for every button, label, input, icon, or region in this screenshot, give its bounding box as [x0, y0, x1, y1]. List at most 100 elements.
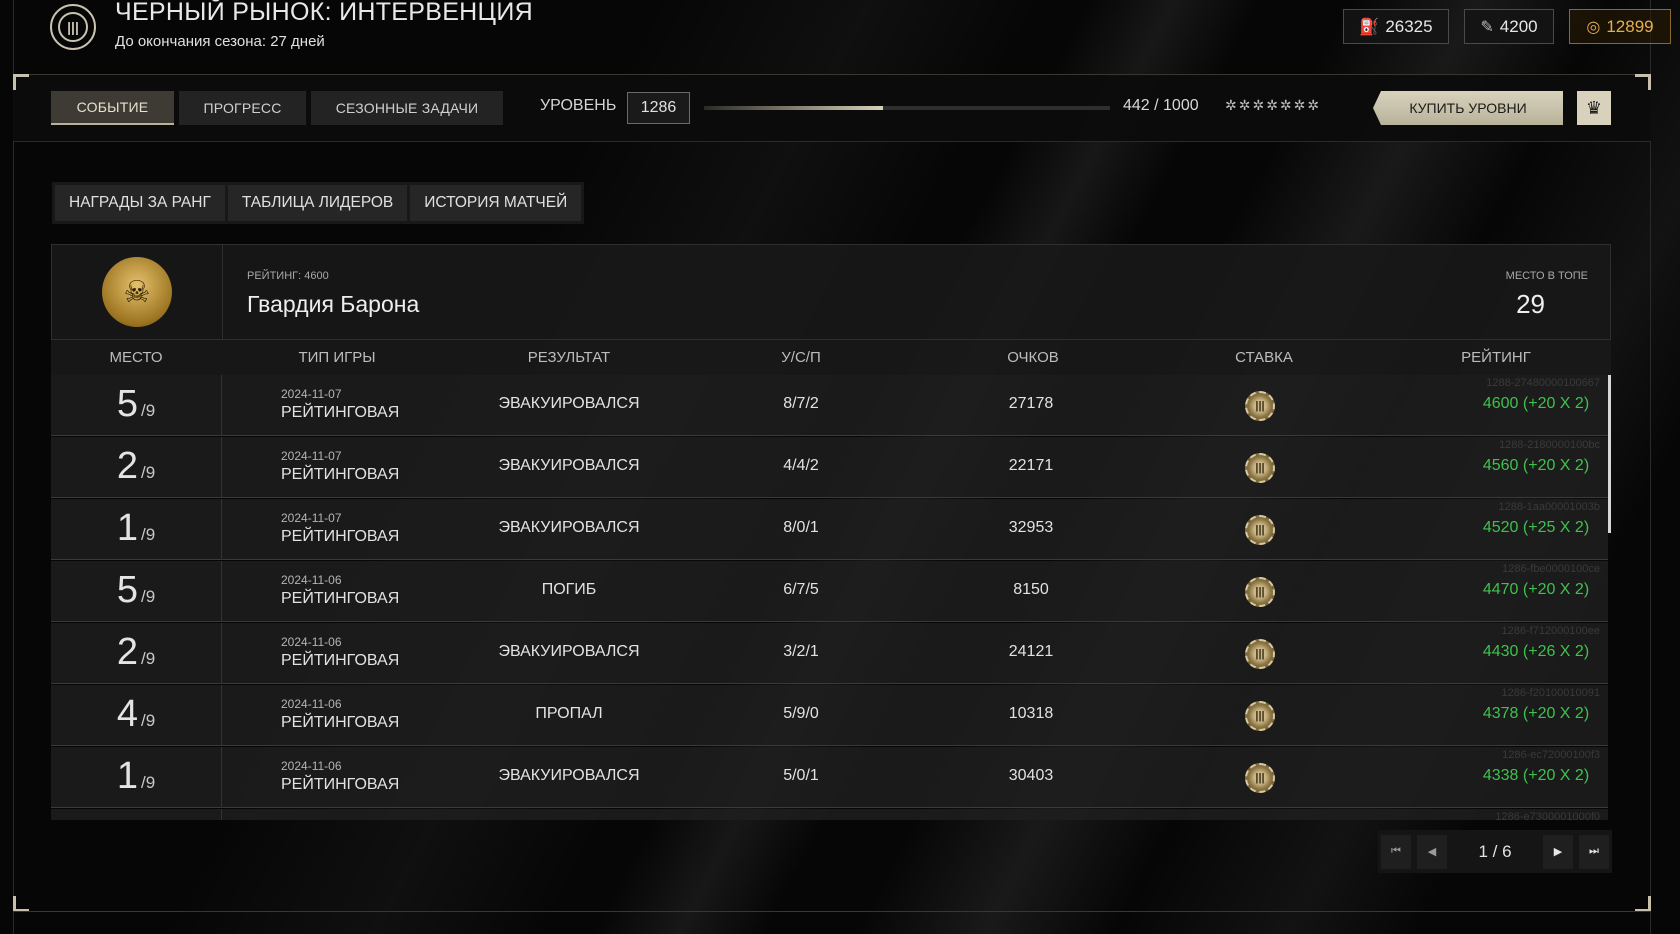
- crown-icon: ♛: [1585, 97, 1603, 118]
- subtab-match-history[interactable]: ИСТОРИЯ МАТЧЕЙ: [410, 185, 582, 221]
- currency-value: 12899: [1606, 16, 1654, 36]
- match-result: ЭВАКУИРОВАЛСЯ: [498, 643, 640, 660]
- page-title: ЧЕРНЫЙ РЫНОК: ИНТЕРВЕНЦИЯ: [115, 0, 533, 26]
- col-stake: СТАВКА: [1235, 349, 1293, 366]
- match-date: 2024-11-07: [281, 449, 342, 463]
- col-ksa: У/С/П: [781, 349, 821, 366]
- frame-corner: [1635, 896, 1651, 912]
- match-id: 1286-fbe0000100ce: [1502, 563, 1600, 575]
- skull-emblem-icon: ☠: [102, 257, 172, 327]
- shotgun-shells-icon: |||: [50, 4, 96, 50]
- place-value: 2: [116, 631, 138, 673]
- currency-value: 4200: [1499, 16, 1538, 36]
- kills-deaths-assists: 5/0/1: [783, 767, 819, 784]
- place-value: 4: [116, 693, 138, 735]
- table-row[interactable]: 2/9 2024-11-06 РЕЙТИНГОВАЯ ЭВАКУИРОВАЛСЯ 3/2…: [51, 623, 1608, 684]
- tab-season-tasks[interactable]: СЕЗОННЫЕ ЗАДАЧИ: [311, 91, 503, 125]
- game-type: РЕЙТИНГОВАЯ: [281, 528, 400, 545]
- rating-change: 4338 (+20 X 2): [1482, 767, 1590, 784]
- level-value: 1286: [627, 92, 690, 124]
- crown-button[interactable]: ♛: [1577, 91, 1611, 125]
- subtab-leaderboard[interactable]: ТАБЛИЦА ЛИДЕРОВ: [227, 185, 408, 221]
- chip-icon: |||: [1245, 453, 1275, 483]
- place-cell: 1/9: [51, 747, 222, 808]
- place-total: /9: [140, 401, 156, 420]
- match-score: 10318: [1008, 705, 1054, 722]
- match-date: 2024-11-06: [281, 573, 342, 587]
- next-page-button[interactable]: ▶: [1543, 834, 1573, 869]
- rating-change: 4560 (+20 X 2): [1482, 457, 1590, 474]
- table-row[interactable]: 5/9 2024-11-06 РЕЙТИНГОВАЯ ПОГИБ 6/7/5 8150 ||…: [51, 561, 1608, 622]
- match-id: 1288-2180000100bc: [1499, 439, 1600, 451]
- team-badge-cell: ☠: [52, 245, 223, 339]
- match-id: 1286-e7300001000f0: [1495, 811, 1600, 820]
- frame-line-bottom: [13, 911, 1651, 912]
- subtab-rank-rewards[interactable]: НАГРАДЫ ЗА РАНГ: [55, 185, 225, 221]
- match-date: 2024-11-07: [281, 511, 342, 525]
- place-cell: 5/9: [51, 375, 222, 436]
- table-row[interactable]: 2/9 2024-11-07 РЕЙТИНГОВАЯ ЭВАКУИРОВАЛСЯ 4/4…: [51, 437, 1608, 498]
- match-score: 32953: [1008, 519, 1054, 536]
- header: ||| ЧЕРНЫЙ РЫНОК: ИНТЕРВЕНЦИЯ До окончан…: [0, 0, 1680, 74]
- match-result: ЭВАКУИРОВАЛСЯ: [498, 767, 640, 784]
- place-value: 1: [116, 507, 138, 549]
- table-header: МЕСТО ТИП ИГРЫ РЕЗУЛЬТАТ У/С/П ОЧКОВ СТА…: [51, 340, 1611, 375]
- table-row[interactable]: 1/9 2024-11-06 РЕЙТИНГОВАЯ ЭВАКУИРОВАЛСЯ 5/0…: [51, 747, 1608, 808]
- frame-corner: [1635, 74, 1651, 90]
- first-page-button[interactable]: ⏮: [1381, 834, 1411, 869]
- table-row[interactable]: 5/9 2024-11-07 РЕЙТИНГОВАЯ ЭВАКУИРОВАЛСЯ 8/7…: [51, 375, 1608, 436]
- xp-progress-fill: [704, 106, 884, 110]
- place-total: /9: [140, 463, 156, 482]
- level-stars: ✲✲✲✲✲✲✲: [1225, 97, 1322, 113]
- frame-corner: [13, 74, 29, 90]
- match-result: ЭВАКУИРОВАЛСЯ: [498, 519, 640, 536]
- prev-page-icon: ◀: [1427, 846, 1437, 858]
- rating-change: 4470 (+20 X 2): [1482, 581, 1590, 598]
- xp-text: 442 / 1000: [1123, 97, 1199, 114]
- place-cell: 1/9: [51, 499, 222, 560]
- top-place-label: МЕСТО В ТОПЕ: [1505, 270, 1588, 282]
- place-cell: 5/9: [51, 561, 222, 622]
- table-row[interactable]: 4/9 2024-11-06 РЕЙТИНГОВАЯ ПРОПАЛ 5/9/0 10318…: [51, 685, 1608, 746]
- place-value: 5: [116, 383, 138, 425]
- prev-page-button[interactable]: ◀: [1417, 834, 1447, 869]
- xp-progress-bar: [704, 106, 1110, 110]
- team-rating: РЕЙТИНГ: 4600: [247, 270, 329, 282]
- kills-deaths-assists: 3/2/1: [783, 643, 819, 660]
- currency-coin[interactable]: ◎ 12899: [1569, 9, 1671, 44]
- match-id: 1286-f20100010091: [1501, 687, 1600, 699]
- countdown-value: 27 дней: [270, 33, 325, 50]
- place-total: /9: [140, 711, 156, 730]
- tab-progress[interactable]: ПРОГРЕСС: [179, 91, 306, 125]
- ticket-icon: ✎: [1480, 18, 1494, 36]
- game-type: РЕЙТИНГОВАЯ: [281, 590, 400, 607]
- next-page-icon: ▶: [1553, 846, 1563, 858]
- table-scrollbar[interactable]: [1608, 375, 1611, 533]
- last-page-icon: ⏭: [1589, 845, 1599, 857]
- match-history-table[interactable]: 5/9 2024-11-07 РЕЙТИНГОВАЯ ЭВАКУИРОВАЛСЯ 8/7…: [51, 375, 1611, 820]
- chip-icon: |||: [1245, 701, 1275, 731]
- buy-levels-button[interactable]: КУПИТЬ УРОВНИ: [1373, 91, 1563, 125]
- currency-ticket[interactable]: ✎ 4200: [1464, 9, 1554, 44]
- place-total: /9: [140, 587, 156, 606]
- match-id: 1286-f712000100ee: [1501, 625, 1600, 637]
- match-score: 8150: [1013, 581, 1049, 598]
- tab-event[interactable]: СОБЫТИЕ: [51, 91, 174, 125]
- col-game-type: ТИП ИГРЫ: [298, 349, 376, 366]
- last-page-button[interactable]: ⏭: [1579, 834, 1609, 869]
- match-result: ЭВАКУИРОВАЛСЯ: [498, 457, 640, 474]
- currency-value: 26325: [1385, 16, 1433, 36]
- kills-deaths-assists: 5/9/0: [783, 705, 819, 722]
- place-value: 1: [116, 755, 138, 797]
- team-name: Гвардия Барона: [247, 291, 420, 317]
- place-total: /9: [140, 773, 156, 792]
- chip-icon: |||: [1245, 391, 1275, 421]
- table-row[interactable]: 1286-e7300001000f0: [51, 809, 1608, 820]
- chip-icon: |||: [1245, 639, 1275, 669]
- match-score: 27178: [1008, 395, 1054, 412]
- table-row[interactable]: 1/9 2024-11-07 РЕЙТИНГОВАЯ ЭВАКУИРОВАЛСЯ 8/0…: [51, 499, 1608, 560]
- game-type: РЕЙТИНГОВАЯ: [281, 776, 400, 793]
- currency-fuel[interactable]: ⛽ 26325: [1343, 9, 1449, 44]
- place-cell: 2/9: [51, 623, 222, 684]
- kills-deaths-assists: 8/0/1: [783, 519, 819, 536]
